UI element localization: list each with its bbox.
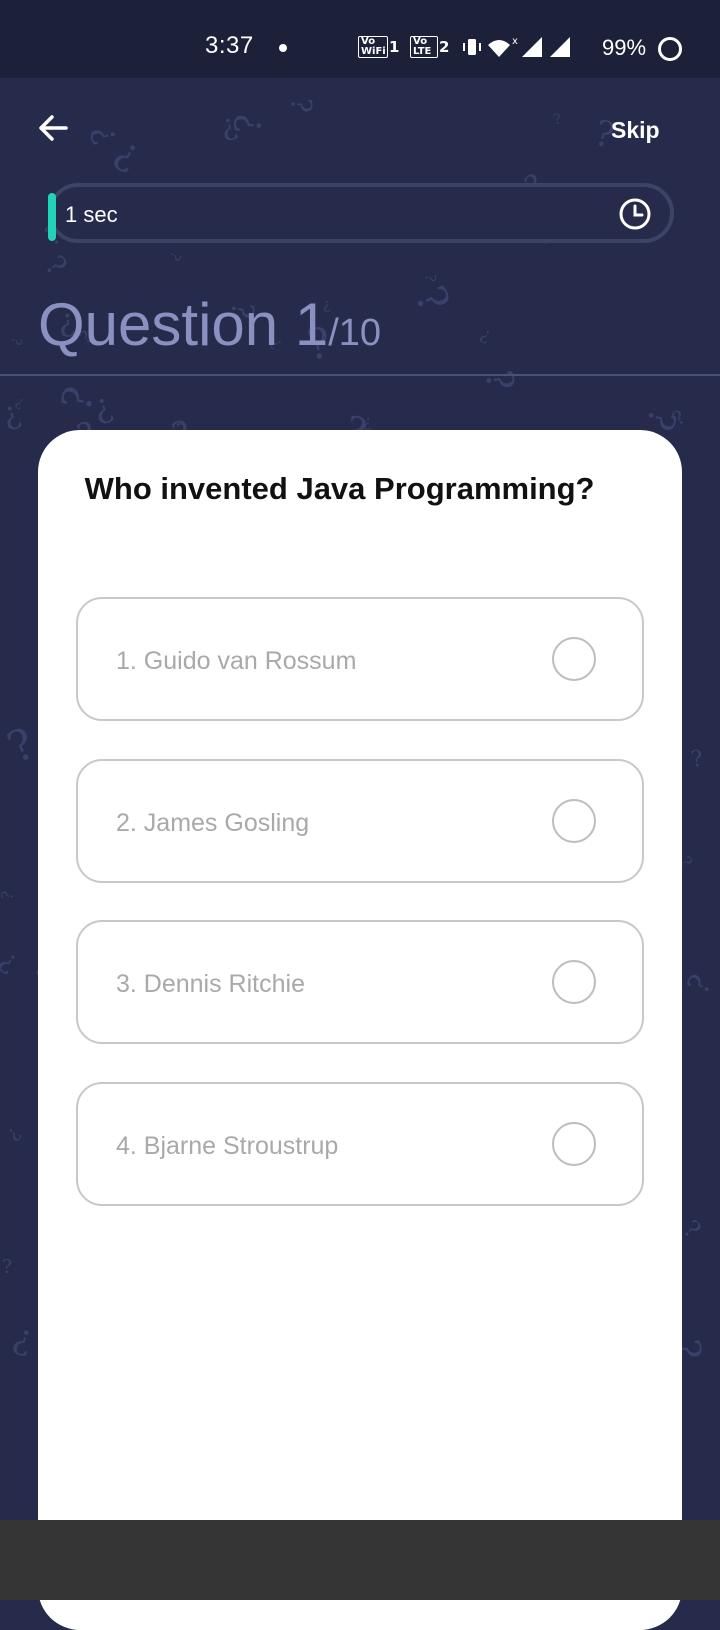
battery-icon	[658, 37, 682, 61]
timer-progress-fill	[48, 193, 56, 241]
radio-button[interactable]	[552, 637, 596, 681]
answer-option-label: 1. Guido van Rossum	[116, 647, 357, 675]
pattern-question-mark-icon: ¿	[477, 324, 494, 346]
vowifi-sim-number: 1	[389, 38, 400, 56]
skip-button[interactable]: Skip	[611, 117, 660, 144]
back-arrow-icon[interactable]	[34, 108, 74, 148]
radio-button[interactable]	[552, 960, 596, 1004]
pattern-question-mark-icon: ?	[165, 249, 184, 263]
volte-icon: Vo LTE 2	[410, 36, 449, 58]
vowifi-label: Vo WiFi	[358, 36, 388, 58]
vowifi-icon: Vo WiFi 1	[358, 36, 399, 58]
question-card: Who invented Java Programming? 1. Guido …	[38, 430, 682, 1630]
answer-option-label: 2. James Gosling	[116, 809, 310, 837]
wifi-icon: x	[488, 36, 518, 57]
answer-option-1[interactable]: 1. Guido van Rossum	[76, 597, 644, 721]
radio-button[interactable]	[552, 799, 596, 843]
status-time: 3:37	[205, 32, 254, 59]
clock-icon	[619, 198, 651, 230]
pattern-question-mark-icon: ¿	[552, 111, 563, 129]
pattern-question-mark-icon: ¿	[400, 281, 455, 324]
answer-option-2[interactable]: 2. James Gosling	[76, 759, 644, 883]
question-text: Who invented Java Programming?	[76, 471, 595, 506]
pattern-question-mark-icon: ?	[51, 381, 105, 417]
timer-bar: 1 sec	[48, 183, 674, 243]
pattern-question-mark-icon: ?	[689, 746, 705, 773]
question-counter: Question 1/10	[38, 290, 381, 359]
question-counter-prefix: Question	[38, 291, 295, 358]
battery-percent: 99%	[602, 35, 647, 60]
signal-icons: x	[463, 36, 570, 57]
answer-option-label: 3. Dennis Ritchie	[116, 970, 305, 998]
pattern-question-mark-icon: ?	[680, 969, 720, 1000]
pattern-question-mark-icon: ?	[0, 718, 43, 774]
divider	[0, 374, 720, 376]
pattern-question-mark-icon: ?	[1, 1255, 13, 1279]
pattern-question-mark-icon: ¿	[8, 1316, 38, 1360]
timer-label: 1 sec	[65, 202, 118, 227]
question-counter-total: /10	[328, 312, 382, 354]
volte-label: Vo LTE	[410, 36, 438, 58]
vibrate-icon	[463, 39, 481, 55]
pattern-question-mark-icon: ¿	[1, 1122, 24, 1145]
pattern-question-mark-icon: ¿	[0, 943, 25, 978]
svg-text:x: x	[512, 36, 518, 47]
radio-button[interactable]	[552, 1122, 596, 1166]
volte-sim-number: 2	[439, 38, 450, 56]
cell-signal-2-icon	[550, 37, 570, 57]
notification-dot-icon	[279, 44, 287, 52]
pattern-question-mark-icon: ?	[0, 890, 18, 901]
pattern-question-mark-icon: ?	[421, 273, 438, 283]
pattern-question-mark-icon: ¿	[472, 368, 518, 395]
pattern-question-mark-icon: ¿	[231, 112, 274, 135]
answer-option-3[interactable]: 3. Dennis Ritchie	[76, 920, 644, 1044]
answer-option-label: 4. Bjarne Stroustrup	[116, 1132, 339, 1160]
cell-signal-1-icon	[522, 37, 542, 57]
navigation-bar	[0, 1520, 720, 1600]
pattern-question-mark-icon: ¿	[36, 252, 71, 285]
pattern-question-mark-icon: ¿	[280, 97, 315, 114]
answer-option-4[interactable]: 4. Bjarne Stroustrup	[76, 1082, 644, 1206]
status-bar: 3:37 Vo WiFi 1 Vo LTE 2 x 99%	[0, 0, 720, 78]
pattern-question-mark-icon: ?	[7, 335, 25, 347]
question-counter-current: 1	[294, 291, 329, 358]
